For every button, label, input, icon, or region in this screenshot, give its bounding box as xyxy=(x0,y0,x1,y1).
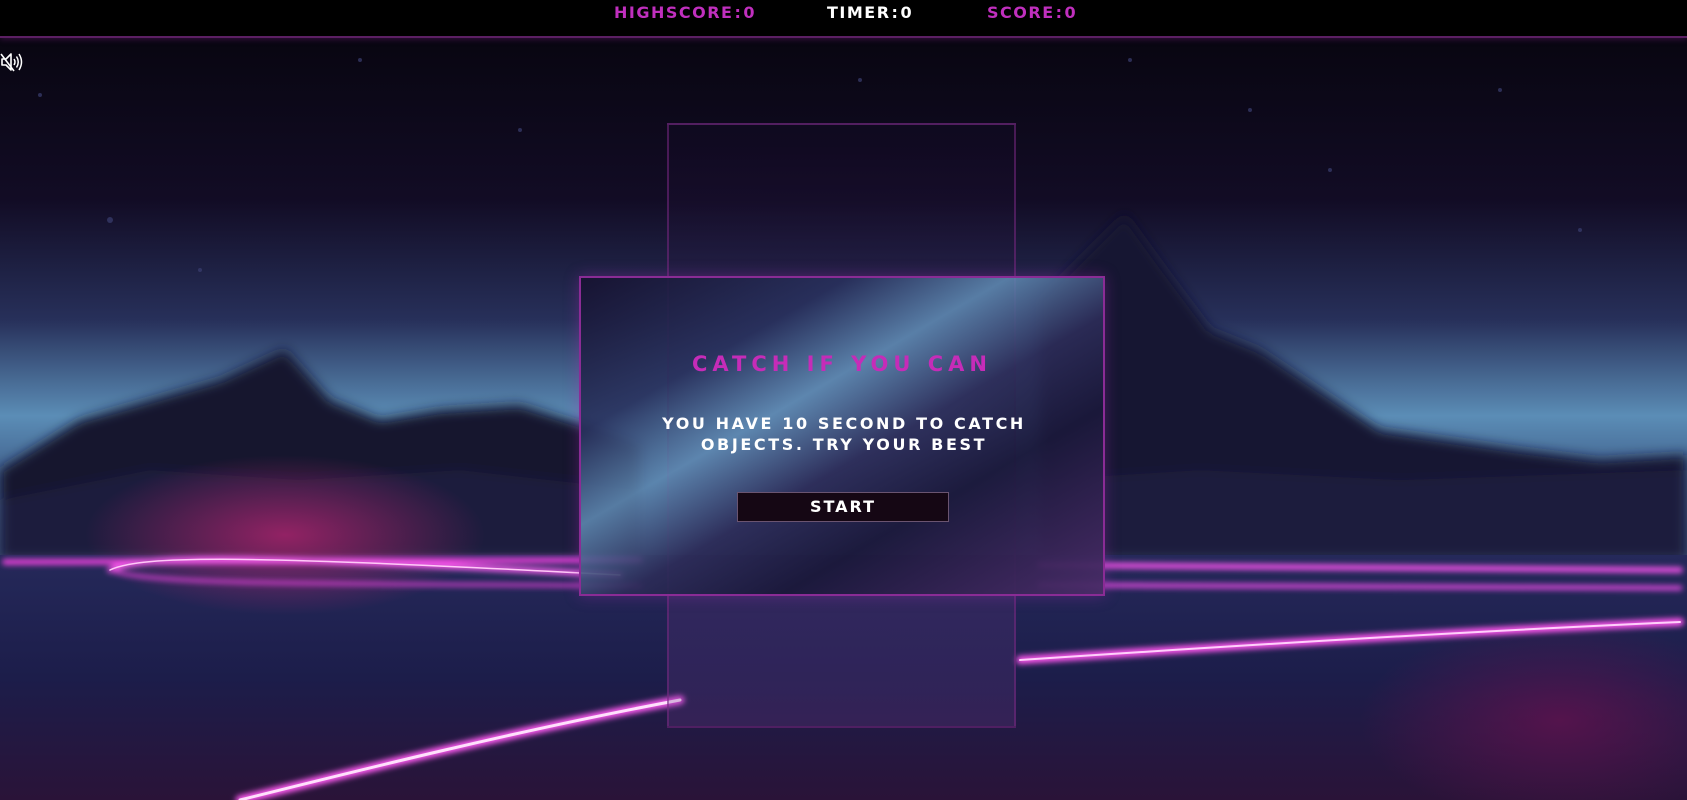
modal-description: YOU HAVE 10 SECOND TO CATCH OBJECTS. TRY… xyxy=(662,414,1026,454)
timer-value: 0 xyxy=(900,3,914,22)
speaker-muted-icon xyxy=(0,53,23,72)
timer-label: TIMER xyxy=(827,3,891,22)
highscore-value: 0 xyxy=(743,3,757,22)
highscore-display: HIGHSCORE:0 xyxy=(614,3,757,22)
start-modal: CATCH IF YOU CAN YOU HAVE 10 SECOND TO C… xyxy=(579,276,1105,596)
start-button[interactable]: START xyxy=(737,492,949,522)
score-display: SCORE:0 xyxy=(987,3,1078,22)
timer-display: TIMER:0 xyxy=(827,3,914,22)
score-value: 0 xyxy=(1064,3,1078,22)
modal-title: CATCH IF YOU CAN xyxy=(691,352,993,376)
score-label: SCORE xyxy=(987,3,1055,22)
highscore-label: HIGHSCORE xyxy=(614,3,734,22)
sound-toggle-button[interactable] xyxy=(0,50,24,74)
top-hud: HIGHSCORE:0 TIMER:0 SCORE:0 xyxy=(0,0,1687,38)
game-screen: HIGHSCORE:0 TIMER:0 SCORE:0 CATCH IF YOU… xyxy=(0,0,1687,800)
